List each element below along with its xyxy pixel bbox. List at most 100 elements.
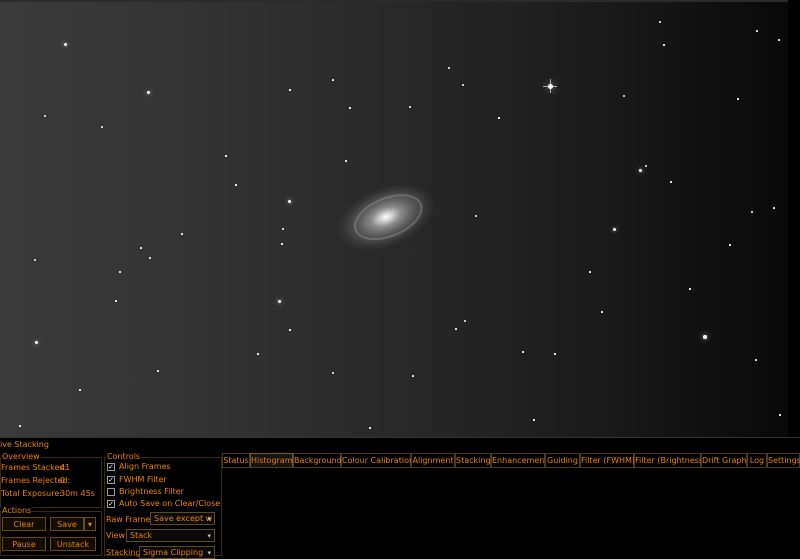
star (34, 259, 36, 261)
star (257, 353, 259, 355)
tab-alignment[interactable]: Alignment (411, 453, 455, 467)
frames-stacked-value: 41 (60, 463, 71, 472)
view-label: View (106, 531, 125, 540)
star (464, 320, 466, 322)
chevron-down-icon: ▾ (87, 520, 92, 529)
star (289, 329, 291, 331)
auto-save-checkbox[interactable]: ✓ (107, 500, 115, 508)
star (157, 370, 159, 372)
chevron-down-icon: ▾ (207, 532, 211, 540)
star (778, 39, 780, 41)
histogram-panel (222, 467, 800, 555)
tab-stacking[interactable]: Stacking (455, 453, 491, 467)
unstack-button[interactable]: Unstack (50, 537, 96, 551)
star (448, 67, 450, 69)
total-exposure-value: 30m 45s (60, 489, 95, 498)
save-dropdown-button[interactable]: ▾ (84, 517, 96, 531)
stacking-select[interactable]: Sigma Clipping ▾ (139, 546, 215, 559)
star (281, 243, 283, 245)
tab-guiding[interactable]: Guiding (545, 453, 580, 467)
star (522, 351, 524, 353)
star-spike (549, 79, 551, 93)
tab-histogram[interactable]: Histogram (250, 453, 293, 467)
image-viewer[interactable] (0, 0, 800, 437)
raw-frames-select[interactable]: Save except w ▾ (150, 512, 215, 525)
frames-stacked-label: Frames Stacked: (1, 463, 68, 472)
galaxy (328, 171, 444, 263)
star (589, 271, 591, 273)
star (409, 106, 411, 108)
star (751, 211, 753, 213)
star (79, 389, 81, 391)
star (101, 126, 103, 128)
tab-background[interactable]: Background (293, 453, 342, 467)
stacking-label: Stacking (106, 548, 141, 557)
star (475, 215, 477, 217)
view-select[interactable]: Stack ▾ (126, 529, 215, 542)
star (554, 353, 556, 355)
star (146, 90, 150, 94)
tab-log[interactable]: Log (747, 453, 767, 467)
star (663, 44, 665, 46)
brightness-filter-label: Brightness Filter (119, 487, 184, 496)
star (332, 372, 334, 374)
star (703, 335, 707, 339)
auto-save-label: Auto Save on Clear/Close (119, 499, 221, 508)
tab-filter-brightness[interactable]: Filter (Brightness) (634, 453, 706, 467)
panel-title: ive Stacking (0, 437, 800, 452)
star (755, 359, 757, 361)
chevron-down-icon: ▾ (207, 549, 211, 557)
save-button[interactable]: Save (50, 517, 84, 531)
star (289, 89, 291, 91)
star (779, 414, 781, 416)
star (225, 155, 227, 157)
clear-button[interactable]: Clear (2, 517, 46, 531)
star (412, 375, 414, 377)
tab-enhancement[interactable]: Enhancement (491, 453, 547, 467)
star (115, 300, 117, 302)
star (235, 184, 237, 186)
star (63, 42, 67, 46)
raw-frames-value: Save except w (154, 514, 213, 523)
star (689, 288, 691, 290)
viewer-right-edge (788, 0, 800, 437)
star (498, 117, 500, 119)
star (773, 207, 775, 209)
star (612, 227, 616, 231)
star (737, 98, 739, 100)
tab-filter-fwhm[interactable]: Filter (FWHM) (580, 453, 635, 467)
pause-button[interactable]: Pause (2, 537, 46, 551)
star (670, 181, 672, 183)
brightness-filter-checkbox[interactable] (107, 488, 115, 496)
star (455, 328, 457, 330)
star (332, 79, 334, 81)
tab-colour-calibration[interactable]: Colour Calibration (341, 453, 414, 467)
actions-legend: Actions (1, 506, 33, 515)
star (601, 311, 603, 313)
star (345, 160, 347, 162)
stacking-value: Sigma Clipping (143, 548, 204, 557)
star (44, 115, 46, 117)
tab-drift-graph[interactable]: Drift Graph (701, 453, 747, 467)
fwhm-filter-checkbox[interactable]: ✓ (107, 476, 115, 484)
star (277, 299, 281, 303)
frames-rejected-value: 0 (60, 476, 66, 485)
star (462, 84, 464, 86)
star (149, 257, 151, 259)
tab-settings[interactable]: Settings (767, 453, 800, 467)
star (645, 165, 647, 167)
star (369, 427, 371, 429)
star (282, 228, 284, 230)
align-frames-label: Align Frames (119, 462, 171, 471)
tab-status[interactable]: Status (222, 453, 250, 467)
star (729, 244, 731, 246)
star (34, 340, 38, 344)
star (638, 168, 642, 172)
align-frames-checkbox[interactable]: ✓ (107, 463, 115, 471)
star (119, 271, 121, 273)
star (349, 107, 351, 109)
star (533, 419, 535, 421)
view-value: Stack (130, 531, 153, 540)
viewer-top-edge (0, 0, 800, 2)
star (181, 233, 183, 235)
